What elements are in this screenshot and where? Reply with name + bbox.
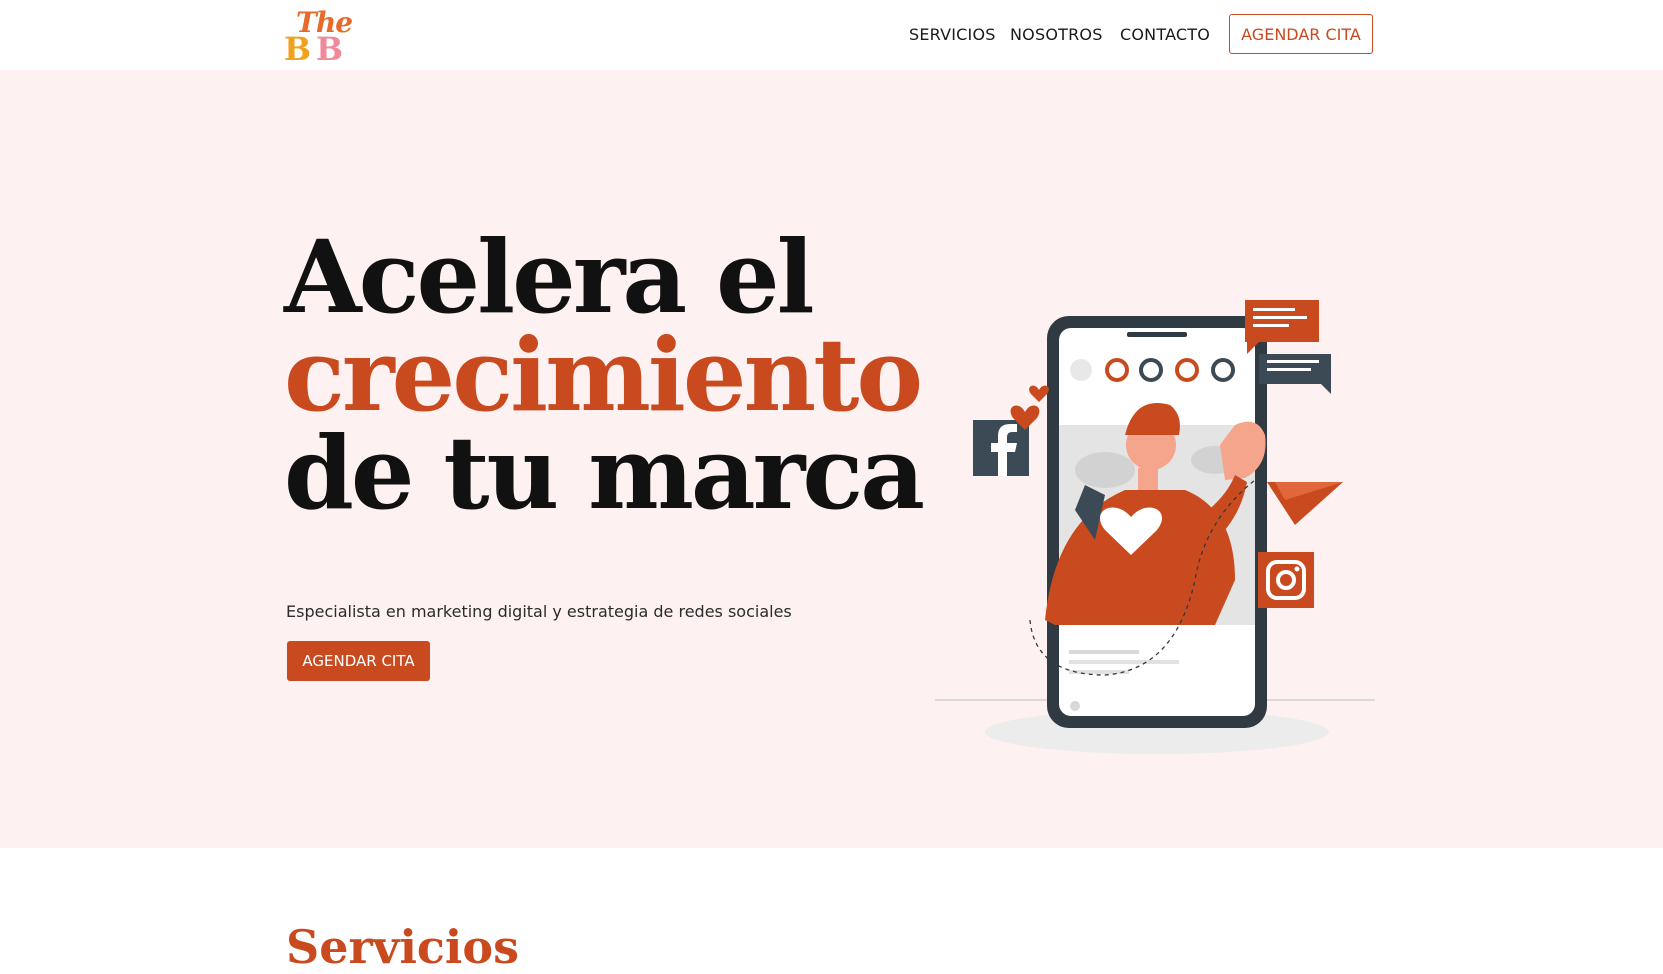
- logo-b-left: B: [284, 30, 312, 68]
- hero-subtitle: Especialista en marketing digital y estr…: [286, 602, 792, 621]
- heart-icon-small: [1029, 385, 1049, 402]
- logo-b-right: B: [316, 30, 344, 68]
- hero-headline: Acelera el crecimiento de tu marca: [284, 218, 925, 532]
- instagram-icon: [1258, 552, 1314, 608]
- hero-illustration: [935, 300, 1375, 754]
- facebook-icon: [973, 420, 1029, 476]
- nav-nosotros[interactable]: NOSOTROS: [1010, 25, 1103, 44]
- nav-servicios[interactable]: SERVICIOS: [909, 25, 996, 44]
- hero-agendar-cita-button[interactable]: AGENDAR CITA: [287, 641, 430, 681]
- paper-plane-icon: [1267, 482, 1343, 525]
- hero-headline-line-2: crecimiento: [284, 316, 923, 434]
- services-section-title: Servicios: [286, 920, 519, 974]
- hero-headline-line-1: Acelera el: [284, 218, 815, 336]
- brand-logo[interactable]: The B B: [284, 6, 353, 68]
- nav-contacto[interactable]: CONTACTO: [1120, 25, 1210, 44]
- nav-agendar-cita-button[interactable]: AGENDAR CITA: [1229, 14, 1373, 54]
- hero-headline-line-3: de tu marca: [284, 414, 925, 532]
- site-header: The B B SERVICIOS NOSOTROS CONTACTO AGEN…: [0, 0, 1663, 70]
- hero-section: Acelera el crecimiento de tu marca Espec…: [0, 70, 1663, 848]
